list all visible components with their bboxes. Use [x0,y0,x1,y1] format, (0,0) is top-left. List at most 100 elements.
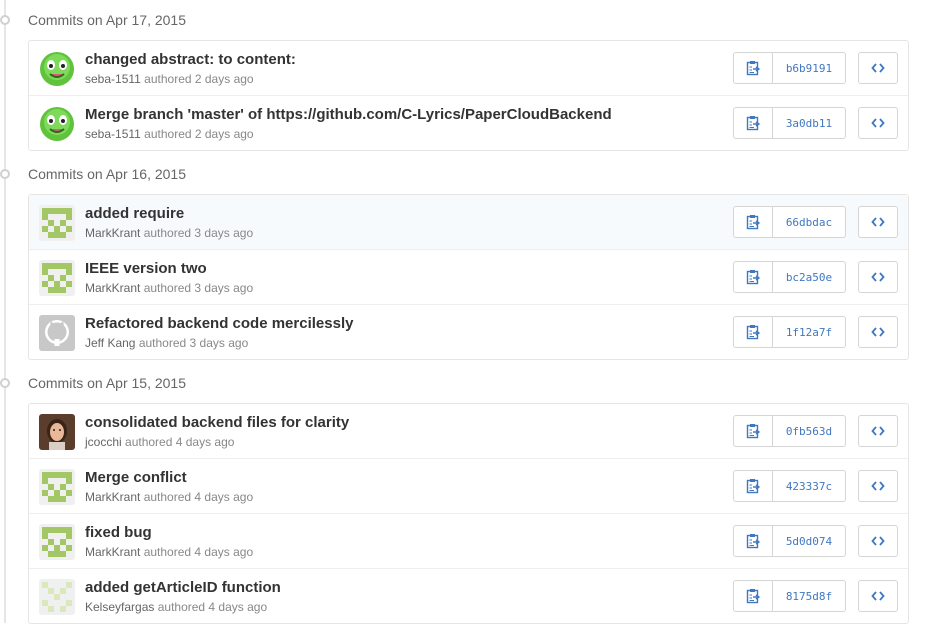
commit-meta: seba-1511 authored 2 days ago [85,72,254,86]
browse-code-button[interactable] [858,470,898,502]
avatar[interactable] [39,524,75,560]
commit-row: added require MarkKrant authored 3 days … [29,195,908,249]
commit-author[interactable]: MarkKrant [85,490,140,504]
commit-row: consolidated backend files for clarity j… [29,404,908,458]
group-header: Commits on Apr 15, 2015 [0,363,909,403]
browse-code-button[interactable] [858,52,898,84]
copy-sha-button[interactable] [733,316,773,348]
avatar[interactable] [39,414,75,450]
sha-link[interactable]: 0fb563d [773,415,846,447]
sha-button-group: 66dbdac [733,206,846,238]
commit-message[interactable]: consolidated backend files for clarity [85,414,349,431]
clipboard-icon [746,424,760,439]
clipboard-icon [746,589,760,604]
commit-time: authored 2 days ago [144,72,254,86]
commit-time: authored 3 days ago [138,336,249,350]
commit-time: authored 3 days ago [143,281,254,295]
clipboard-icon [746,116,760,131]
sha-link[interactable]: 1f12a7f [773,316,846,348]
avatar[interactable] [39,260,75,296]
commit-group-apr-15: Commits on Apr 15, 2015 consolidated bac… [0,363,909,624]
copy-sha-button[interactable] [733,470,773,502]
commit-message[interactable]: changed abstract: to content: [85,51,296,68]
copy-sha-button[interactable] [733,52,773,84]
copy-sha-button[interactable] [733,206,773,238]
browse-code-button[interactable] [858,107,898,139]
avatar[interactable] [39,469,75,505]
copy-sha-button[interactable] [733,261,773,293]
sha-link[interactable]: 5d0d074 [773,525,846,557]
group-date: on Apr 16, 2015 [87,166,186,182]
sha-button-group: 5d0d074 [733,525,846,557]
commit-author[interactable]: MarkKrant [85,226,140,240]
clipboard-icon [746,270,760,285]
code-icon [871,591,885,601]
code-icon [871,536,885,546]
commit-list: added require MarkKrant authored 3 days … [28,194,909,360]
commit-author[interactable]: MarkKrant [85,545,140,559]
commit-meta: MarkKrant authored 3 days ago [85,226,253,240]
clipboard-icon [746,61,760,76]
sha-link[interactable]: 8175d8f [773,580,846,612]
sha-link[interactable]: 3a0db11 [773,107,846,139]
commit-meta: MarkKrant authored 4 days ago [85,545,253,559]
commit-meta: seba-1511 authored 2 days ago [85,127,254,141]
sha-link[interactable]: bc2a50e [773,261,846,293]
commit-time: authored 4 days ago [143,545,254,559]
commit-author[interactable]: Jeff Kang [85,336,135,350]
commit-message[interactable]: Merge conflict [85,469,187,486]
commit-time: authored 2 days ago [144,127,254,141]
commit-time: authored 4 days ago [143,490,254,504]
avatar[interactable] [39,106,75,142]
code-icon [871,118,885,128]
commit-message[interactable]: Refactored backend code mercilessly [85,315,353,332]
commit-author[interactable]: seba-1511 [85,72,141,86]
group-header: Commits on Apr 16, 2015 [0,154,909,194]
sha-link[interactable]: 66dbdac [773,206,846,238]
code-icon [871,327,885,337]
commit-message[interactable]: Merge branch 'master' of https://github.… [85,106,612,123]
clipboard-icon [746,325,760,340]
commit-time: authored 4 days ago [125,435,235,449]
browse-code-button[interactable] [858,415,898,447]
timeline-dot-icon [0,169,10,179]
commit-group-apr-16: Commits on Apr 16, 2015 added require Ma… [0,154,909,360]
commit-author[interactable]: jcocchi [85,435,122,449]
avatar[interactable] [39,51,75,87]
sha-link[interactable]: 423337c [773,470,846,502]
commit-row: IEEE version two MarkKrant authored 3 da… [29,249,908,304]
code-icon [871,481,885,491]
timeline-dot-icon [0,378,10,388]
browse-code-button[interactable] [858,206,898,238]
commit-author[interactable]: MarkKrant [85,281,140,295]
code-icon [871,272,885,282]
sha-button-group: 3a0db11 [733,107,846,139]
sha-button-group: bc2a50e [733,261,846,293]
commit-meta: MarkKrant authored 4 days ago [85,490,253,504]
commit-list: changed abstract: to content: seba-1511 … [28,40,909,151]
sha-button-group: b6b9191 [733,52,846,84]
commit-message[interactable]: added getArticleID function [85,579,281,596]
avatar[interactable] [39,315,75,351]
copy-sha-button[interactable] [733,525,773,557]
copy-sha-button[interactable] [733,107,773,139]
browse-code-button[interactable] [858,316,898,348]
commit-row: fixed bug MarkKrant authored 4 days ago … [29,513,908,568]
sha-link[interactable]: b6b9191 [773,52,846,84]
avatar[interactable] [39,579,75,615]
commit-author[interactable]: Kelseyfargas [85,600,154,614]
group-prefix: Commits [28,12,84,28]
copy-sha-button[interactable] [733,415,773,447]
group-header: Commits on Apr 17, 2015 [0,0,909,40]
copy-sha-button[interactable] [733,580,773,612]
commit-message[interactable]: added require [85,205,184,222]
commit-message[interactable]: IEEE version two [85,260,207,277]
browse-code-button[interactable] [858,525,898,557]
commit-author[interactable]: seba-1511 [85,127,141,141]
commit-message[interactable]: fixed bug [85,524,152,541]
group-prefix: Commits [28,375,84,391]
browse-code-button[interactable] [858,261,898,293]
browse-code-button[interactable] [858,580,898,612]
avatar[interactable] [39,205,75,241]
commit-time: authored 4 days ago [157,600,268,614]
